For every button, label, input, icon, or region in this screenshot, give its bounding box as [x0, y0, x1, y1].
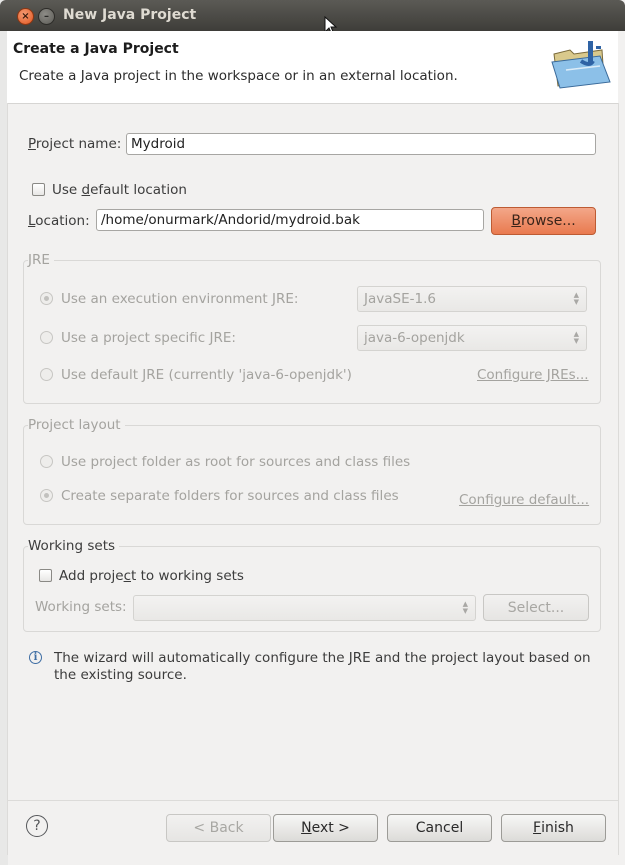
project-layout-title: Project layout — [28, 417, 125, 433]
close-icon[interactable]: × — [17, 8, 34, 25]
combo-arrows-icon: ▲ ▼ — [573, 330, 579, 345]
window-title: New Java Project — [63, 7, 197, 23]
finish-button[interactable]: Finish — [501, 814, 606, 842]
working-sets-title: Working sets — [28, 538, 120, 554]
banner-description: Create a Java project in the workspace o… — [19, 68, 458, 84]
use-default-location-label[interactable]: Use default location — [52, 182, 187, 198]
use-default-location-checkbox[interactable] — [32, 183, 45, 196]
back-button[interactable]: < Back — [166, 814, 271, 842]
jre-specific-value: java-6-openjdk — [364, 330, 465, 346]
info-line-1: The wizard will automatically configure … — [54, 650, 591, 666]
minimize-icon[interactable]: – — [38, 8, 55, 25]
layout-root-label[interactable]: Use project folder as root for sources a… — [61, 454, 410, 470]
add-to-working-sets-checkbox[interactable] — [39, 569, 52, 582]
help-icon[interactable]: ? — [26, 815, 48, 837]
jre-specific-radio[interactable] — [40, 331, 53, 344]
select-working-sets-button[interactable]: Select... — [483, 594, 589, 621]
java-project-folder-icon — [551, 41, 611, 89]
location-input[interactable]: /home/onurmark/Andorid/mydroid.bak — [96, 209, 484, 231]
jre-group-title: JRE — [28, 252, 54, 268]
project-name-label: Project name: — [28, 136, 122, 152]
layout-separate-radio[interactable] — [40, 489, 53, 502]
next-button[interactable]: Next > — [273, 814, 378, 842]
info-icon: i — [29, 651, 42, 664]
info-line-2: the existing source. — [54, 667, 187, 683]
add-to-working-sets-label[interactable]: Add project to working sets — [59, 568, 244, 584]
jre-env-radio[interactable] — [40, 292, 53, 305]
banner-title: Create a Java Project — [13, 41, 179, 57]
jre-default-radio[interactable] — [40, 368, 53, 381]
jre-env-value: JavaSE-1.6 — [364, 291, 436, 307]
window-titlebar[interactable]: × – New Java Project — [0, 0, 625, 36]
project-layout-group — [23, 425, 601, 525]
working-sets-label: Working sets: — [35, 599, 127, 615]
project-name-input[interactable]: Mydroid — [126, 133, 596, 155]
layout-separate-label[interactable]: Create separate folders for sources and … — [61, 488, 399, 504]
layout-root-radio[interactable] — [40, 455, 53, 468]
combo-arrows-icon: ▲ ▼ — [462, 600, 468, 615]
configure-default-link[interactable]: Configure default... — [459, 492, 589, 508]
jre-specific-select[interactable]: java-6-openjdk ▲ ▼ — [357, 325, 587, 351]
jre-env-label[interactable]: Use an execution environment JRE: — [61, 291, 298, 307]
jre-specific-label[interactable]: Use a project specific JRE: — [61, 330, 236, 346]
browse-button[interactable]: Browse... — [491, 207, 596, 235]
cancel-button[interactable]: Cancel — [387, 814, 492, 842]
configure-jres-link[interactable]: Configure JREs... — [477, 367, 589, 383]
bottom-separator — [7, 800, 618, 801]
jre-env-select[interactable]: JavaSE-1.6 ▲ ▼ — [357, 286, 587, 312]
location-label: Location: — [28, 213, 90, 229]
jre-default-label[interactable]: Use default JRE (currently 'java-6-openj… — [61, 367, 352, 383]
combo-arrows-icon: ▲ ▼ — [573, 291, 579, 306]
working-sets-select[interactable]: ▲ ▼ — [133, 595, 476, 621]
